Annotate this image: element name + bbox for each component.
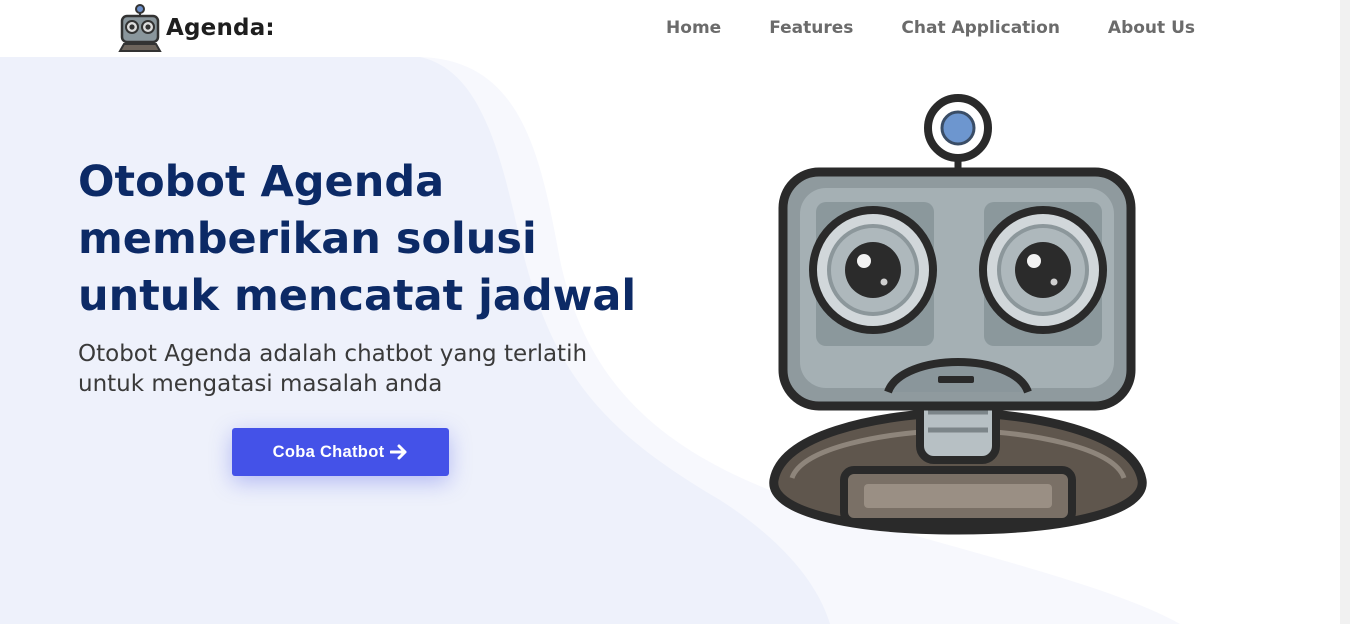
robot-logo-icon	[118, 4, 162, 52]
nav-link-chat-application[interactable]: Chat Application	[901, 18, 1060, 38]
nav-link-home[interactable]: Home	[666, 18, 721, 38]
hero-title: Otobot Agenda memberikan solusi untuk me…	[78, 157, 637, 321]
nav-link-about-us[interactable]: About Us	[1108, 18, 1195, 38]
page-scrollbar[interactable]	[1340, 0, 1350, 624]
try-chatbot-label: Coba Chatbot	[272, 442, 385, 461]
brand-name: Agenda:	[166, 15, 275, 41]
try-chatbot-button[interactable]: Coba Chatbot	[232, 428, 449, 476]
brand-logo-link[interactable]: Agenda:	[118, 4, 275, 52]
nav-link-features[interactable]: Features	[769, 18, 853, 38]
navbar: Agenda: Home Features Chat Application A…	[0, 0, 1340, 57]
arrow-right-icon	[390, 444, 407, 460]
robot-illustration	[769, 94, 1147, 535]
nav-menu: Home Features Chat Application About Us	[666, 18, 1195, 38]
hero-subtitle: Otobot Agenda adalah chatbot yang terlat…	[78, 341, 588, 397]
hero-section: Otobot Agenda memberikan solusi untuk me…	[0, 0, 1340, 624]
